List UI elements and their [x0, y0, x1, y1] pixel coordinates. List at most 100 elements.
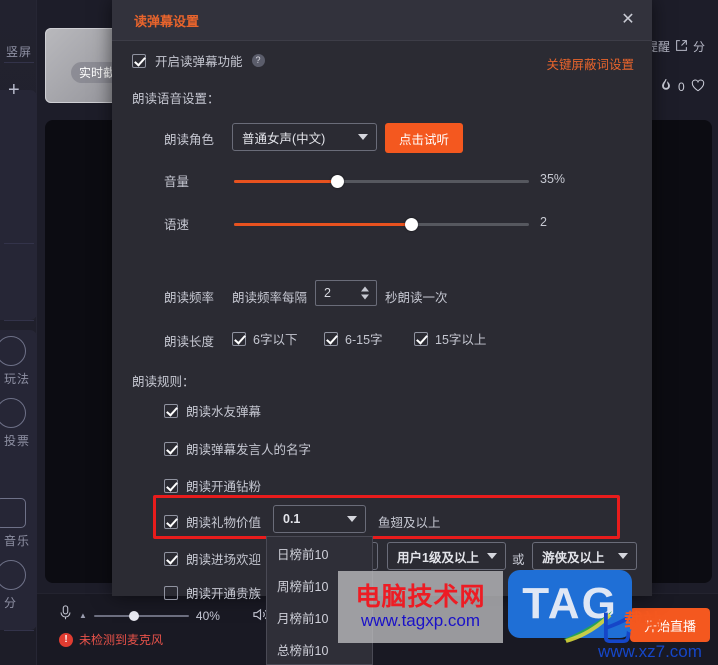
length-option-under6-checkbox[interactable]	[232, 331, 246, 346]
read-danmaku-settings-dialog: 读弹幕设置 ✕ 开启读弹幕功能 ? 关键屏蔽词设置 朗读语音设置： 朗读角色 普…	[112, 0, 652, 601]
rule-gift-value-checkbox[interactable]	[164, 514, 178, 529]
dropdown-option-daily[interactable]: 日榜前10	[267, 537, 372, 569]
gift-value-select[interactable]: 0.1	[273, 505, 366, 533]
rule-row-audience-danmaku[interactable]: 朗读水友弹幕	[164, 401, 261, 420]
frequency-label-text: 朗读频率	[164, 291, 215, 305]
watermark-xz7: 匕 载站 www.xz7.com	[598, 600, 718, 665]
chevron-down-icon[interactable]	[358, 134, 368, 140]
frequency-suffix: 秒朗读一次	[385, 287, 448, 306]
keyword-filter-link[interactable]: 关键屏蔽词设置	[546, 54, 634, 73]
volume-slider-knob[interactable]	[331, 175, 344, 188]
volume-label-text: 音量	[164, 175, 190, 189]
chevron-down-icon[interactable]	[347, 516, 357, 522]
speed-slider-fill	[234, 223, 411, 226]
voice-role-label-text: 朗读角色	[164, 133, 215, 147]
rule-noble-label: 朗读开通贵族	[186, 587, 262, 601]
gift-value-suffix-text: 鱼翅及以上	[378, 516, 441, 530]
dialog-body: 开启读弹幕功能 ? 关键屏蔽词设置 朗读语音设置： 朗读角色 普通女声(中文) …	[112, 41, 652, 601]
voice-section-title-label: 朗读语音设置：	[132, 92, 220, 106]
rail-card-top	[0, 90, 37, 320]
heart-icon[interactable]	[691, 78, 705, 95]
length-option-6to15-checkbox[interactable]	[324, 331, 338, 346]
entrance-conjunction-text: 或	[512, 553, 525, 567]
left-rail: 竖屏 + 玩法 投票 音乐 分	[0, 0, 37, 665]
rule-row-speaker-name[interactable]: 朗读弹幕发言人的名字	[164, 439, 311, 458]
frequency-stepper[interactable]: 2	[315, 280, 377, 306]
rules-section-title: 朗读规则：	[132, 371, 195, 390]
volume-slider-knob[interactable]	[128, 610, 139, 621]
length-option-over15[interactable]: 15字以上	[414, 329, 486, 348]
microphone-icon[interactable]	[59, 605, 72, 626]
enable-read-danmaku-row[interactable]: 开启读弹幕功能 ?	[132, 51, 265, 70]
volume-value-text: 35%	[540, 172, 566, 186]
frequency-suffix-text: 秒朗读一次	[385, 291, 448, 305]
watermark-tagxp-cn: 电脑技术网	[355, 583, 486, 611]
entrance-badge-select[interactable]: 游侠及以上	[532, 542, 637, 570]
entrance-badge-value: 游侠及以上	[542, 550, 605, 565]
watermark-xz7-text: 载站	[624, 611, 663, 632]
length-option-6to15[interactable]: 6-15字	[324, 329, 383, 348]
fire-icon	[660, 78, 672, 95]
sidebar-item-portrait[interactable]: 竖屏	[6, 43, 32, 60]
rules-section-title-label: 朗读规则：	[132, 375, 195, 389]
share-label[interactable]: 分	[693, 38, 705, 55]
voice-section-title: 朗读语音设置：	[132, 88, 220, 107]
gift-value-suffix: 鱼翅及以上	[378, 512, 441, 531]
rule-row-gift-value[interactable]: 朗读礼物价值	[164, 512, 261, 531]
voice-role-select[interactable]: 普通女声(中文)	[232, 123, 377, 151]
rule-row-noble[interactable]: 朗读开通贵族	[164, 583, 261, 602]
exclamation-icon: !	[59, 632, 73, 647]
rule-entrance-welcome-checkbox[interactable]	[164, 551, 178, 566]
microphone-control[interactable]: ▲ 40%	[59, 605, 220, 626]
length-option-over15-checkbox[interactable]	[414, 331, 428, 346]
keyword-filter-link-label: 关键屏蔽词设置	[546, 58, 634, 72]
sidebar-item-label-vote[interactable]: 投票	[4, 432, 30, 449]
rule-row-entrance-welcome[interactable]: 朗读进场欢迎	[164, 549, 261, 568]
volume-label: 音量	[164, 171, 189, 190]
close-icon[interactable]: ✕	[618, 10, 638, 30]
speed-label-text: 语速	[164, 218, 190, 232]
sidebar-item-label-gameplay[interactable]: 玩法	[4, 370, 30, 387]
speed-value-text: 2	[540, 215, 547, 229]
length-label-text: 朗读长度	[164, 335, 215, 349]
sidebar-item-label-share[interactable]: 分	[4, 594, 17, 611]
speed-slider-knob[interactable]	[405, 218, 418, 231]
add-scene-button[interactable]: +	[8, 80, 20, 100]
entrance-user-level-select[interactable]: 用户1级及以上	[387, 542, 506, 570]
dialog-title: 读弹幕设置	[134, 14, 200, 29]
rule-diamond-fan-checkbox[interactable]	[164, 478, 178, 493]
rule-diamond-fan-label: 朗读开通钻粉	[186, 480, 262, 494]
rule-noble-checkbox[interactable]	[164, 585, 178, 600]
sidebar-item-label-music[interactable]: 音乐	[4, 532, 30, 549]
volume-slider[interactable]	[234, 175, 529, 188]
length-option-6to15-label: 6-15字	[345, 333, 383, 347]
watermark-tagxp: 电脑技术网 www.tagxp.com	[338, 571, 503, 643]
speed-value: 2	[540, 215, 547, 229]
caret-down-icon[interactable]	[361, 294, 369, 300]
dialog-header: 读弹幕设置 ✕	[112, 0, 652, 41]
music-icon[interactable]	[0, 498, 26, 528]
voice-role-value: 普通女声(中文)	[242, 131, 326, 146]
enable-read-danmaku-checkbox[interactable]	[132, 53, 146, 68]
rule-row-diamond-fan[interactable]: 朗读开通钻粉	[164, 476, 261, 495]
length-option-over15-label: 15字以上	[435, 333, 487, 347]
speed-slider[interactable]	[234, 218, 529, 231]
question-icon[interactable]: ?	[251, 54, 265, 67]
entrance-conjunction: 或	[512, 549, 525, 568]
rule-audience-danmaku-checkbox[interactable]	[164, 403, 178, 418]
listen-preview-button[interactable]: 点击试听	[385, 123, 464, 153]
hot-count: 0	[678, 79, 685, 94]
share-icon[interactable]	[675, 39, 688, 55]
chevron-down-icon[interactable]	[487, 553, 497, 559]
volume-slider[interactable]	[93, 610, 189, 621]
caret-up-icon[interactable]: ▲	[79, 611, 87, 620]
volume-percent: 40%	[195, 608, 220, 623]
rule-speaker-name-checkbox[interactable]	[164, 441, 178, 456]
chevron-down-icon[interactable]	[618, 553, 628, 559]
caret-up-icon[interactable]	[361, 286, 369, 292]
rule-entrance-welcome-label: 朗读进场欢迎	[186, 553, 262, 567]
mic-warning-text: 未检测到麦克风	[79, 633, 164, 647]
frequency-stepper-arrows[interactable]	[361, 286, 369, 300]
length-option-under6[interactable]: 6字以下	[232, 329, 297, 348]
watermark-xz7-url: www.xz7.com	[598, 642, 702, 661]
